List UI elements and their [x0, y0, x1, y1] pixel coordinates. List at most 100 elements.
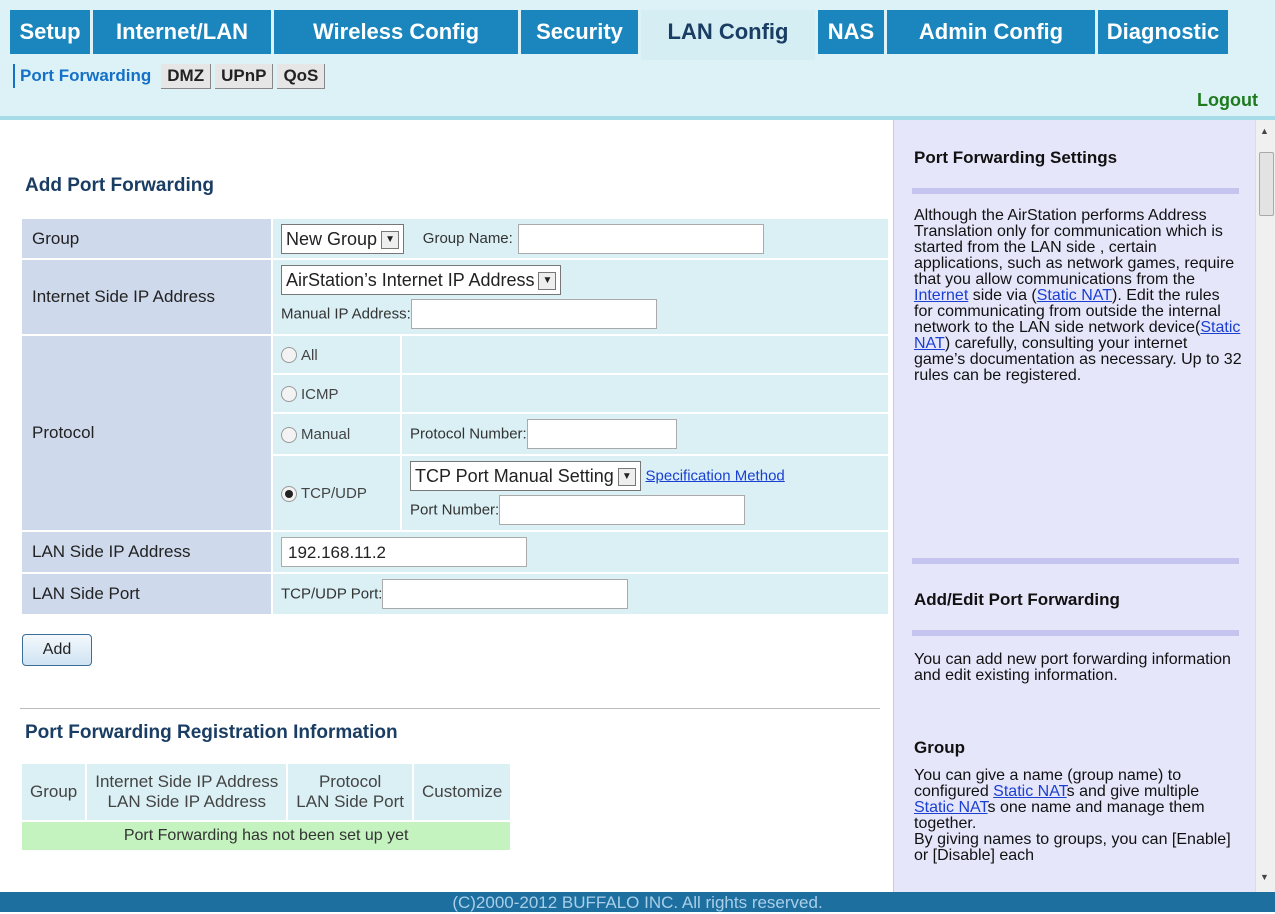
help-title-group: Group	[914, 738, 965, 757]
sub-tabs: Port Forwarding DMZ UPnP QoS	[13, 64, 329, 89]
main-tabs: Setup Internet/LAN Wireless Config Secur…	[10, 10, 1231, 60]
group-select[interactable]: New Group ▼	[281, 223, 405, 254]
help-scrollbar[interactable]: ▲ ▼	[1255, 120, 1275, 892]
help-text: Although the AirStation performs Address…	[914, 207, 1235, 288]
port-setting-select-value: TCP Port Manual Setting	[415, 466, 614, 486]
lan-ip-input[interactable]: 192.168.11.2	[281, 537, 527, 567]
dropdown-arrow-icon: ▼	[617, 468, 636, 487]
protocol-number-label: Protocol Number:	[410, 425, 527, 443]
dropdown-arrow-icon: ▼	[538, 272, 557, 291]
help-text: side via (	[968, 287, 1037, 304]
tab-nas[interactable]: NAS	[818, 10, 884, 54]
add-button[interactable]: Add	[22, 634, 92, 666]
lan-port-cell: TCP/UDP Port:	[273, 574, 888, 614]
group-cell: New Group ▼ Group Name:	[273, 219, 888, 258]
tab-internet-lan[interactable]: Internet/LAN	[93, 10, 271, 54]
static-nat-link[interactable]: Static NAT	[993, 783, 1067, 800]
group-name-label: Group Name:	[422, 229, 513, 247]
dropdown-arrow-icon: ▼	[381, 230, 400, 249]
lan-ip-cell: 192.168.11.2	[273, 532, 888, 572]
protocol-option-icmp[interactable]: ICMP	[273, 375, 400, 412]
group-label: Group	[22, 219, 271, 258]
subtab-port-forwarding[interactable]: Port Forwarding	[13, 64, 158, 88]
internet-link[interactable]: Internet	[914, 287, 968, 304]
protocol-option-manual[interactable]: Manual	[273, 414, 400, 454]
tab-setup[interactable]: Setup	[10, 10, 90, 54]
help-paragraph-group: You can give a name (group name) to conf…	[914, 768, 1242, 864]
tcp-udp-port-input[interactable]	[382, 579, 629, 609]
radio-icon	[281, 426, 297, 443]
lan-ip-label: LAN Side IP Address	[22, 532, 271, 572]
protocol-all-label: All	[301, 346, 318, 364]
help-paragraph-settings: Although the AirStation performs Address…	[914, 208, 1242, 384]
scroll-up-icon[interactable]: ▲	[1260, 126, 1269, 136]
scrollbar-thumb[interactable]	[1259, 152, 1274, 216]
protocol-manual-label: Manual	[301, 426, 351, 444]
registration-title: Port Forwarding Registration Information	[25, 722, 398, 743]
internet-ip-select[interactable]: AirStation’s Internet IP Address ▼	[281, 265, 562, 295]
group-name-input[interactable]	[517, 223, 764, 254]
tab-security[interactable]: Security	[521, 10, 638, 54]
help-title-settings: Port Forwarding Settings	[914, 148, 1118, 167]
internet-ip-label: Internet Side IP Address	[22, 260, 271, 334]
col-customize: Customize	[414, 764, 511, 820]
help-paragraph-add-edit: You can add new port forwarding informat…	[914, 651, 1231, 684]
footer-copyright: (C)2000-2012 BUFFALO INC. All rights res…	[0, 892, 1275, 912]
col-protocol-line1: Protocol	[318, 772, 382, 791]
port-forwarding-form: Group New Group ▼ Group Name: Internet Si…	[20, 217, 890, 616]
tab-wireless-config[interactable]: Wireless Config	[274, 10, 518, 54]
specification-method-link[interactable]: Specification Method	[646, 467, 785, 484]
help-text: By giving names to groups, you can [Enab…	[914, 831, 1231, 864]
top-navigation: Setup Internet/LAN Wireless Config Secur…	[0, 0, 1275, 120]
protocol-all-extra	[402, 336, 888, 373]
section-divider	[20, 708, 880, 709]
tab-lan-config[interactable]: LAN Config	[641, 10, 815, 60]
port-setting-select[interactable]: TCP Port Manual Setting ▼	[410, 461, 641, 491]
logout-link[interactable]: Logout	[1197, 90, 1258, 111]
subtab-upnp[interactable]: UPnP	[215, 64, 274, 89]
protocol-label: Protocol	[22, 336, 271, 530]
port-number-label: Port Number:	[410, 501, 500, 519]
protocol-option-all[interactable]: All	[273, 336, 400, 373]
protocol-icmp-label: ICMP	[301, 385, 339, 403]
protocol-option-tcpudp[interactable]: TCP/UDP	[273, 456, 400, 530]
col-group: Group	[22, 764, 86, 820]
tab-admin-config[interactable]: Admin Config	[887, 10, 1095, 54]
static-nat-link[interactable]: Static NAT	[914, 799, 988, 816]
add-port-forwarding-title: Add Port Forwarding	[25, 175, 214, 196]
col-protocol: Protocol LAN Side Port	[288, 764, 413, 820]
protocol-icmp-extra	[402, 375, 888, 412]
help-text: s and give multiple	[1066, 783, 1200, 800]
manual-ip-input[interactable]	[410, 299, 657, 329]
col-ip-line1: Internet Side IP Address	[95, 772, 279, 791]
empty-message: Port Forwarding has not been set up yet	[22, 822, 511, 850]
internet-ip-select-value: AirStation’s Internet IP Address	[286, 270, 535, 290]
help-title-add-edit: Add/Edit Port Forwarding	[914, 590, 1120, 609]
tcp-udp-port-label: TCP/UDP Port:	[281, 585, 383, 603]
main-content: Add Port Forwarding Group New Group ▼ Gro…	[0, 120, 893, 892]
protocol-tcpudp-label: TCP/UDP	[301, 485, 367, 503]
help-pane: Port Forwarding Settings Although the Ai…	[893, 120, 1256, 892]
help-text: ) carefully, consulting your internet ga…	[914, 335, 1242, 384]
group-select-value: New Group	[286, 228, 378, 249]
col-ip: Internet Side IP Address LAN Side IP Addr…	[87, 764, 287, 820]
col-ip-line2: LAN Side IP Address	[107, 792, 266, 811]
subtab-qos[interactable]: QoS	[277, 64, 326, 89]
subtab-dmz[interactable]: DMZ	[161, 64, 212, 89]
radio-icon	[281, 386, 297, 403]
port-number-input[interactable]	[499, 495, 746, 525]
protocol-number-cell: Protocol Number:	[402, 414, 888, 454]
col-protocol-line2: LAN Side Port	[296, 792, 405, 811]
manual-ip-label: Manual IP Address:	[281, 305, 411, 323]
help-divider	[912, 188, 1239, 194]
internet-ip-cell: AirStation’s Internet IP Address ▼ Manual…	[273, 260, 888, 334]
lan-port-label: LAN Side Port	[22, 574, 271, 614]
static-nat-link[interactable]: Static NAT	[1037, 287, 1112, 304]
radio-selected-icon	[281, 485, 297, 502]
protocol-number-input[interactable]	[526, 419, 677, 449]
tab-diagnostic[interactable]: Diagnostic	[1098, 10, 1228, 54]
scroll-down-icon[interactable]: ▼	[1260, 872, 1269, 882]
registration-table: Group Internet Side IP Address LAN Side I…	[20, 762, 512, 852]
help-divider	[912, 630, 1239, 636]
help-divider	[912, 558, 1239, 564]
